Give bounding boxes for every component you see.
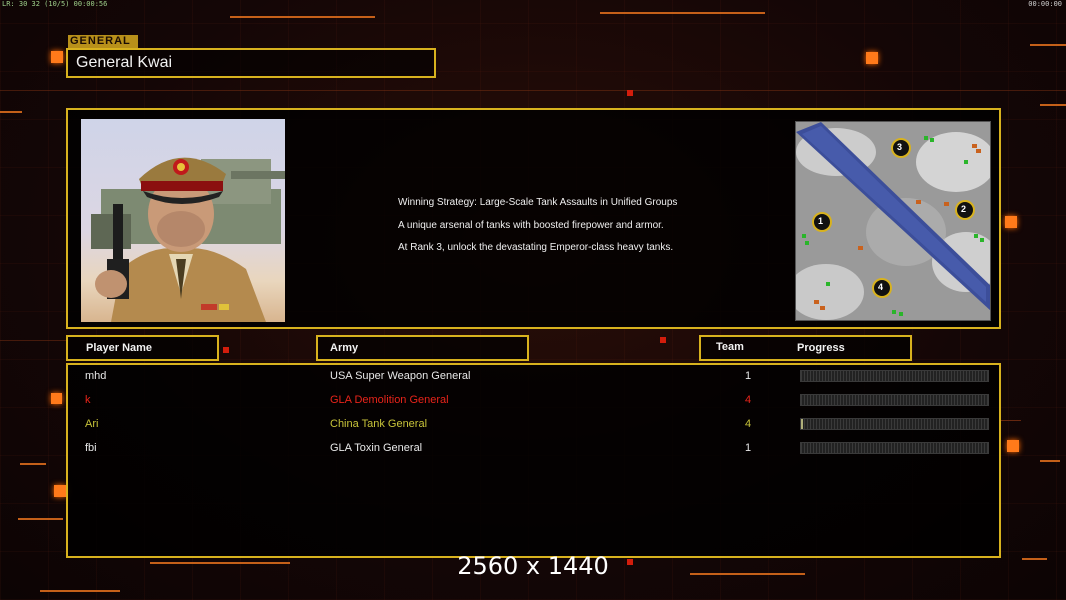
- player-row: k GLA Demolition General 4: [68, 391, 999, 411]
- decor-square: [1007, 440, 1019, 452]
- player-team: 4: [745, 418, 752, 430]
- strategy-line: Winning Strategy: Large-Scale Tank Assau…: [398, 197, 678, 208]
- load-progress-bar: [800, 418, 989, 430]
- load-progress-bar: [800, 370, 989, 382]
- decor-line: [20, 463, 46, 465]
- decor-line: [230, 16, 375, 18]
- player-team: 1: [745, 442, 752, 454]
- players-table: mhd USA Super Weapon General 1 k GLA Dem…: [66, 363, 1001, 558]
- start-position-label: 4: [878, 282, 884, 292]
- start-position-label: 2: [961, 204, 967, 214]
- player-name-header: Player Name: [66, 335, 219, 361]
- portrait-image: [91, 157, 285, 322]
- decor-line: [18, 518, 63, 520]
- decor-line: [0, 111, 22, 113]
- map-preview: 1 2 3 4: [795, 121, 991, 321]
- player-army: China Tank General: [330, 418, 428, 430]
- decor-square: [627, 90, 633, 96]
- decor-line: [1030, 44, 1066, 46]
- player-row: Ari China Tank General 4: [68, 415, 999, 435]
- load-progress-fill: [801, 419, 803, 429]
- start-position-label: 3: [897, 142, 903, 152]
- general-name: General Kwai: [76, 54, 173, 71]
- player-army: GLA Demolition General: [330, 394, 449, 406]
- strategy-description: Winning Strategy: Large-Scale Tank Assau…: [398, 192, 677, 260]
- player-team: 1: [745, 370, 752, 382]
- general-name-box: General Kwai: [66, 48, 436, 78]
- decor-square: [51, 393, 62, 404]
- general-portrait: [81, 119, 285, 322]
- decor-square: [223, 347, 229, 353]
- decor-square: [866, 52, 878, 64]
- player-army: GLA Toxin General: [330, 442, 423, 454]
- clock-readout: 00:00:00: [1028, 0, 1062, 8]
- decor-square: [54, 485, 66, 497]
- decor-line: [1040, 104, 1066, 106]
- strategy-line: At Rank 3, unlock the devastating Empero…: [398, 242, 674, 253]
- decor-line: [600, 12, 765, 14]
- fps-readout: LR: 30 32 (10/5) 00:00:56: [2, 0, 108, 8]
- decor-square: [51, 51, 63, 63]
- player-army: USA Super Weapon General: [330, 370, 471, 382]
- resolution-overlay: 2560 x 1440: [457, 552, 609, 580]
- army-header: Army: [316, 335, 529, 361]
- load-progress-bar: [800, 442, 989, 454]
- team-header-label: Team: [716, 341, 744, 353]
- decor-square: [660, 337, 666, 343]
- player-row: fbi GLA Toxin General 1: [68, 439, 999, 459]
- map-terrain: [796, 122, 990, 320]
- player-name-header-label: Player Name: [86, 342, 153, 354]
- player-team: 4: [745, 394, 752, 406]
- start-position-label: 1: [818, 216, 824, 226]
- load-progress-bar: [800, 394, 989, 406]
- army-header-label: Army: [330, 342, 359, 354]
- general-info-panel: Winning Strategy: Large-Scale Tank Assau…: [66, 108, 1001, 329]
- decor-line: [40, 590, 120, 592]
- strategy-line: A unique arsenal of tanks with boosted f…: [398, 219, 664, 231]
- decor-line: [1040, 460, 1060, 462]
- decor-line: [1001, 420, 1021, 421]
- decor-square: [1005, 216, 1017, 228]
- player-name: fbi: [85, 442, 97, 454]
- decor-line: [0, 340, 66, 341]
- decor-line: [0, 90, 1066, 91]
- player-name: k: [85, 394, 91, 406]
- player-row: mhd USA Super Weapon General 1: [68, 367, 999, 387]
- player-name: Ari: [85, 418, 99, 430]
- progress-header-label: Progress: [797, 342, 845, 354]
- player-name: mhd: [85, 370, 107, 382]
- team-progress-header: Team Progress: [699, 335, 912, 361]
- general-tag: GENERAL: [68, 35, 138, 48]
